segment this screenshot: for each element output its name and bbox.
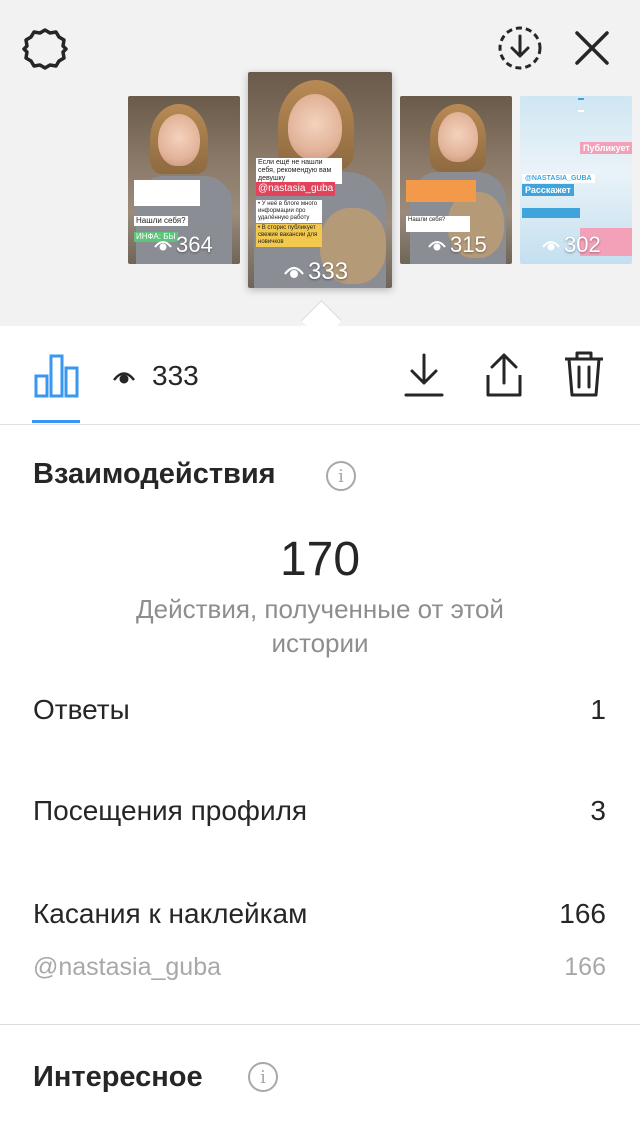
interactions-total-caption: Действия, полученные от этой истории bbox=[136, 594, 504, 658]
story-thumbnail[interactable]: Нашли себя? 315 bbox=[400, 96, 512, 264]
story-views: 302 bbox=[542, 232, 601, 258]
story-block bbox=[578, 110, 584, 112]
profile-visits-value: 3 bbox=[590, 795, 606, 826]
discovery-title: Интересное bbox=[33, 1061, 203, 1093]
sticker-mention-label[interactable]: @nastasia_guba bbox=[33, 953, 221, 982]
story-block bbox=[578, 98, 584, 100]
eye-icon bbox=[110, 362, 138, 390]
story-caption: Нашли себя? bbox=[134, 216, 188, 226]
story-caption-3: @NASTASIA_GUBA bbox=[522, 174, 595, 183]
sticker-mention-value: 166 bbox=[564, 953, 606, 981]
replies-value: 1 bbox=[590, 694, 606, 725]
story-caption-2: • У неё в блоге много информации про уда… bbox=[256, 200, 322, 223]
eye-icon bbox=[284, 258, 304, 286]
story-views-count: 315 bbox=[450, 232, 487, 257]
bar-chart-icon[interactable] bbox=[30, 350, 82, 402]
story-views-count: 364 bbox=[176, 232, 213, 257]
story-views: 364 bbox=[154, 232, 213, 258]
share-icon[interactable] bbox=[478, 348, 530, 400]
eye-icon bbox=[154, 232, 172, 258]
story-caption-block bbox=[134, 180, 200, 206]
story-caption-3: • В сторис публикует свежие вакансии для… bbox=[256, 224, 322, 247]
gear-icon[interactable] bbox=[20, 24, 70, 74]
view-count: 333 bbox=[152, 360, 199, 391]
sticker-taps-label: Касания к наклейкам bbox=[33, 898, 308, 929]
story-carousel-area: Нашли себя? ИНФА: БЫ 364 Если ещё не наш… bbox=[0, 0, 640, 326]
insights-tab-indicator bbox=[32, 420, 80, 423]
story-block bbox=[522, 208, 580, 218]
story-face bbox=[158, 114, 200, 166]
story-caption-block bbox=[406, 180, 476, 202]
section-divider bbox=[0, 1024, 640, 1025]
replies-label: Ответы bbox=[33, 694, 130, 725]
close-icon[interactable] bbox=[568, 24, 616, 72]
story-toolbar: 333 bbox=[0, 326, 640, 425]
profile-visits-label: Посещения профиля bbox=[33, 795, 308, 826]
interactions-total: 170 bbox=[279, 533, 361, 586]
story-views-count: 302 bbox=[564, 232, 601, 257]
story-views: 333 bbox=[284, 258, 348, 286]
download-icon[interactable] bbox=[400, 350, 448, 400]
story-caption: Нашли себя? bbox=[406, 216, 470, 232]
story-face bbox=[438, 112, 478, 162]
story-caption: Расскажет bbox=[522, 184, 574, 196]
download-circle-icon[interactable] bbox=[494, 22, 546, 74]
story-views: 315 bbox=[428, 232, 487, 258]
eye-icon bbox=[542, 232, 560, 258]
story-caption-2: Публикует bbox=[580, 142, 632, 154]
story-thumbnail[interactable]: Публикует @NASTASIA_GUBA Расскажет 302 bbox=[520, 96, 632, 264]
story-handle: @nastasia_guba bbox=[256, 182, 336, 196]
sticker-taps-value: 166 bbox=[559, 898, 606, 929]
story-thumbnail-active[interactable]: Если ещё не нашли себя, рекомендую вам д… bbox=[248, 72, 392, 288]
trash-icon[interactable] bbox=[558, 348, 610, 400]
interactions-title: Взаимодействия bbox=[33, 458, 276, 490]
eye-icon bbox=[428, 232, 446, 258]
story-views-count: 333 bbox=[308, 258, 349, 285]
info-icon[interactable]: i bbox=[326, 461, 356, 491]
story-face bbox=[288, 94, 342, 160]
info-icon[interactable]: i bbox=[248, 1062, 278, 1092]
story-thumbnail[interactable]: Нашли себя? ИНФА: БЫ 364 bbox=[128, 96, 240, 264]
story-caption: Если ещё не нашли себя, рекомендую вам д… bbox=[256, 158, 342, 184]
